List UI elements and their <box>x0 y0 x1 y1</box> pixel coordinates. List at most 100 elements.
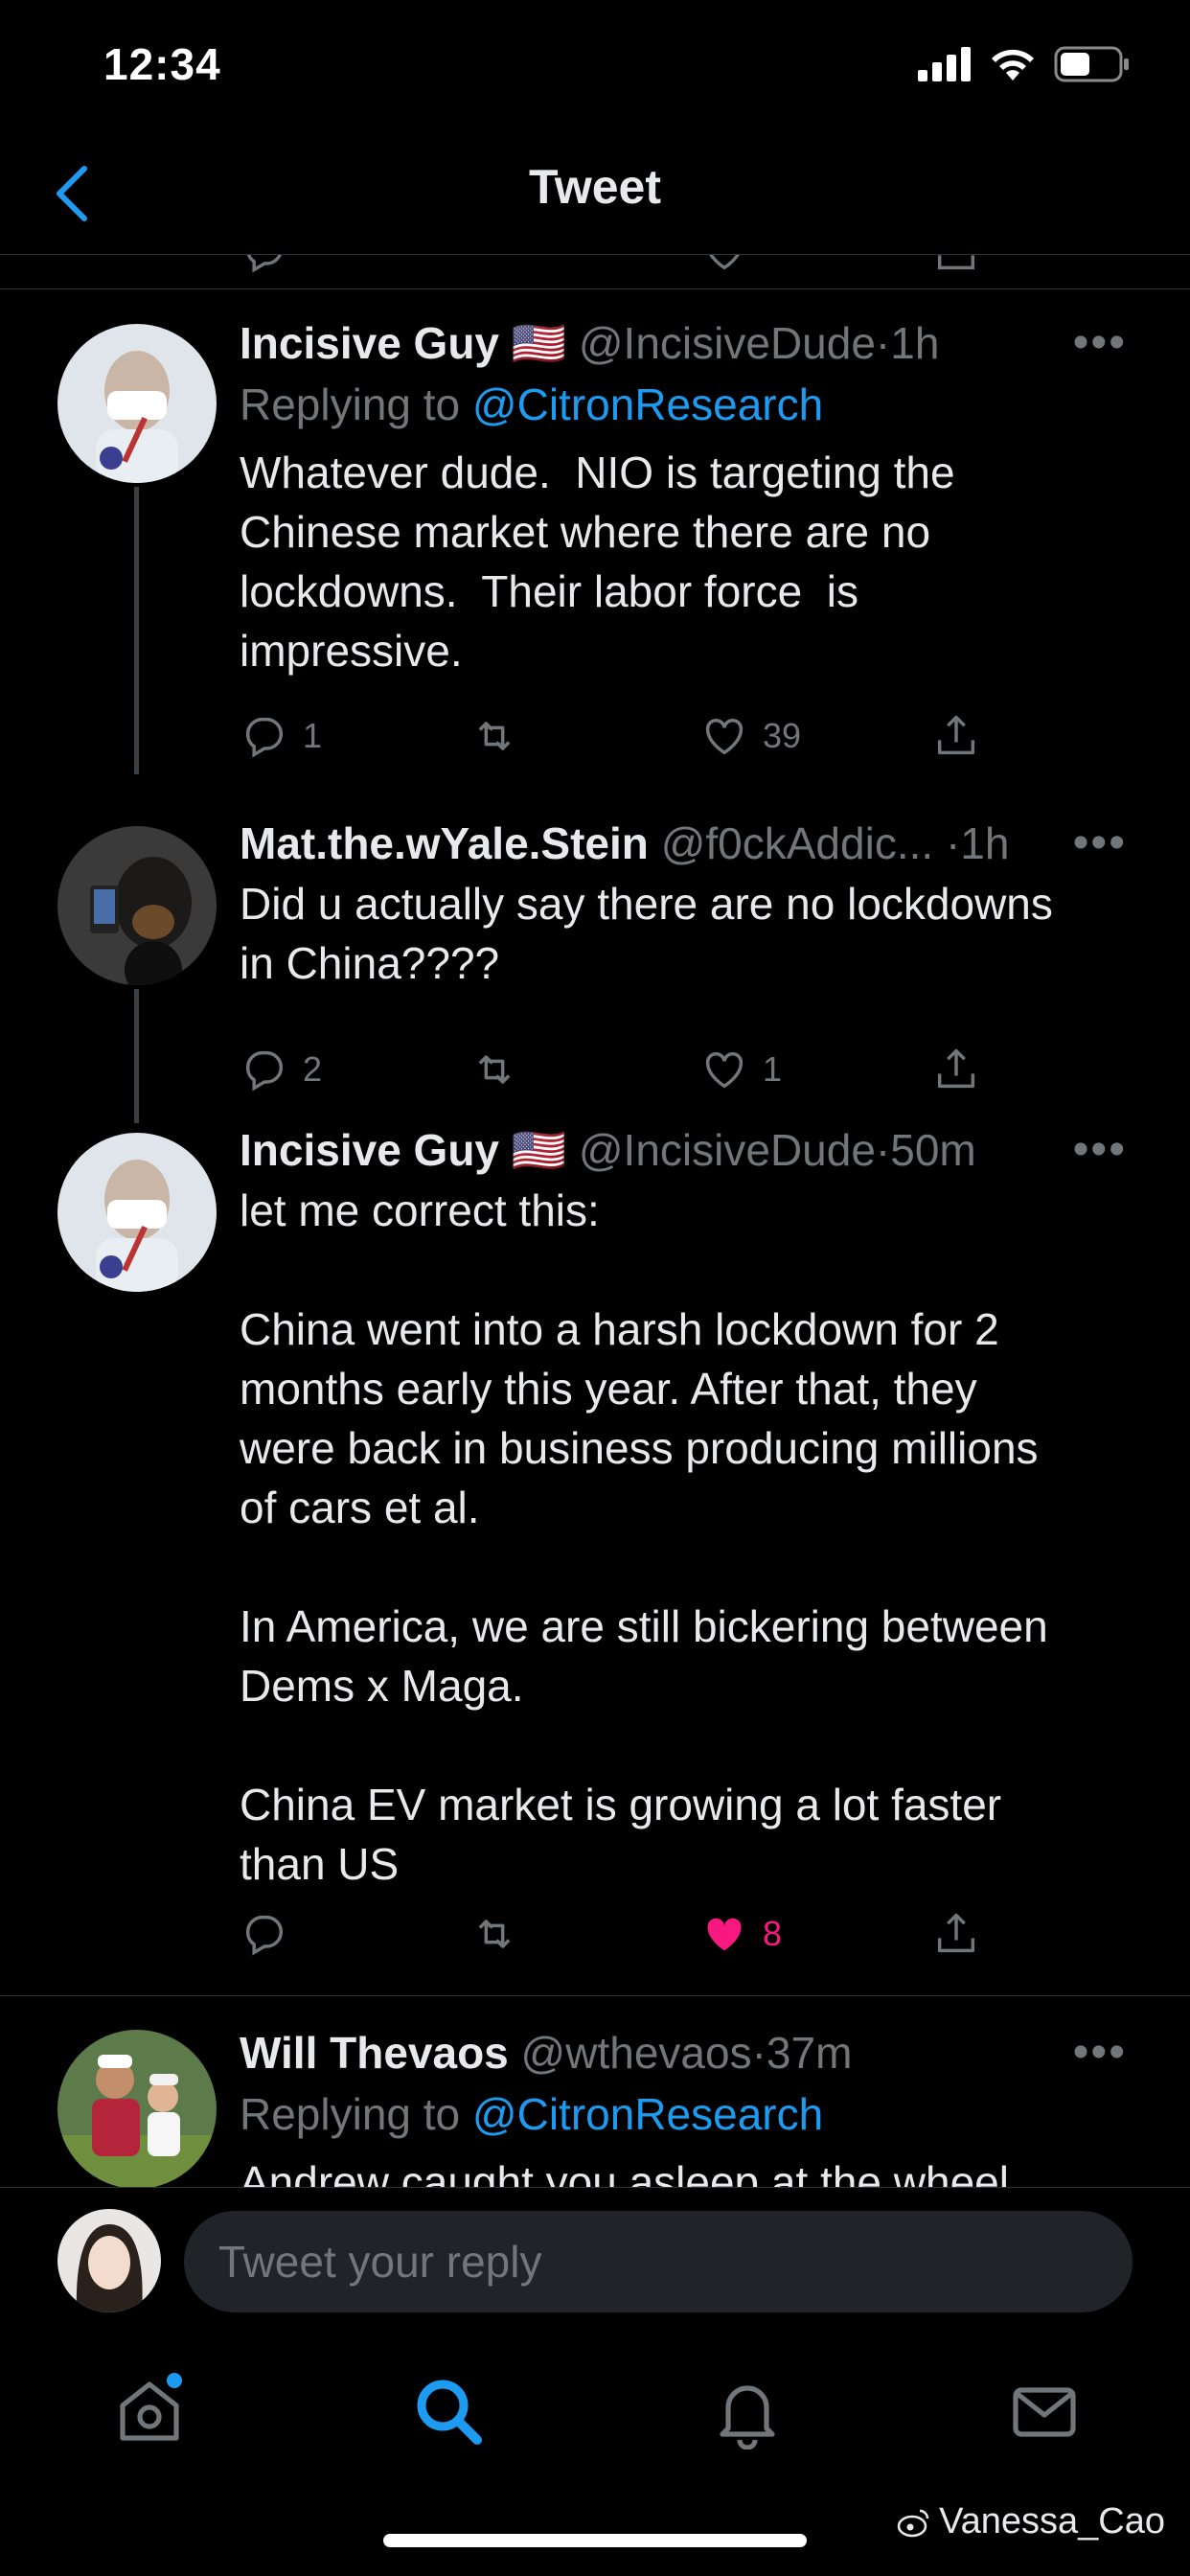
like-count: 8 <box>763 1914 783 1953</box>
avatar-image-icon <box>57 324 217 483</box>
user-handle[interactable]: @IncisiveDude <box>579 1125 876 1175</box>
tweet-time: 1h <box>890 318 940 368</box>
like-icon <box>705 719 744 755</box>
retweet-button[interactable] <box>469 1909 519 1959</box>
liked-heart-icon <box>707 1918 742 1951</box>
tweet-text: let me correct this: China went into a h… <box>240 1185 1048 1889</box>
tweet-header: Mat.the.wYale.Stein @f0ckAddic... ·1h <box>240 818 1010 868</box>
reply-icon <box>245 1050 283 1092</box>
tweet[interactable]: Incisive Guy 🇺🇸 @IncisiveDude·1h Replyin… <box>0 289 1190 774</box>
avatar[interactable] <box>57 2030 217 2187</box>
retweet-icon <box>478 1920 511 1948</box>
mail-icon <box>1013 2387 1076 2437</box>
cellular-signal-icon <box>918 47 971 81</box>
reply-icon <box>245 717 283 758</box>
reply-input[interactable] <box>184 2211 1133 2312</box>
avatar[interactable] <box>57 826 217 985</box>
reply-count: 2 <box>303 1049 323 1089</box>
like-button[interactable]: 1 <box>699 1045 782 1094</box>
tab-home[interactable] <box>111 2373 188 2450</box>
tweet-actions: 8 <box>240 1909 1006 1966</box>
avatar[interactable] <box>57 1133 217 1292</box>
avatar-image-icon <box>57 2030 217 2187</box>
watermark: Vanessa_Cao <box>895 2501 1165 2542</box>
tweet[interactable]: Will Thevaos @wthevaos·37m Replying to @… <box>0 2026 1190 2187</box>
replying-to-link[interactable]: @CitronResearch <box>472 380 823 429</box>
share-button[interactable] <box>931 1045 981 1094</box>
battery-icon <box>1054 46 1129 82</box>
tweet[interactable]: Incisive Guy 🇺🇸 @IncisiveDude·50m let me… <box>0 1123 1190 1995</box>
avatar-image-icon <box>57 826 217 985</box>
share-button[interactable] <box>931 1909 981 1959</box>
share-button[interactable] <box>931 711 981 761</box>
reply-button[interactable]: 2 <box>240 1045 322 1094</box>
watermark-text: Vanessa_Cao <box>939 2501 1165 2542</box>
wifi-icon <box>992 49 1034 80</box>
retweet-button[interactable] <box>469 1045 519 1094</box>
display-name[interactable]: Incisive Guy <box>240 1125 499 1175</box>
reply-button[interactable] <box>240 1909 289 1959</box>
status-time: 12:34 <box>103 39 221 89</box>
like-icon <box>709 255 740 270</box>
share-icon <box>937 255 975 270</box>
like-icon <box>705 1052 744 1089</box>
retweet-icon <box>478 722 511 750</box>
tweet-header: Will Thevaos @wthevaos·37m <box>240 2028 853 2078</box>
user-handle[interactable]: @f0ckAddic... <box>661 818 933 868</box>
display-name[interactable]: Incisive Guy <box>240 318 499 368</box>
share-icon <box>937 715 975 755</box>
tweet-time: 37m <box>766 2028 853 2078</box>
avatar-image-icon <box>57 1133 217 1292</box>
avatar[interactable] <box>57 324 217 483</box>
weibo-logo-icon <box>897 2509 929 2537</box>
retweet-button[interactable] <box>469 711 519 761</box>
tweet-text: Did u actually say there are no lockdown… <box>240 879 1053 988</box>
us-flag-emoji: 🇺🇸 <box>511 318 567 368</box>
tweet-divider <box>0 1995 1190 1996</box>
replying-to-link[interactable]: @CitronResearch <box>472 2089 823 2139</box>
share-icon <box>937 1048 975 1089</box>
display-name[interactable]: Mat.the.wYale.Stein <box>240 818 649 868</box>
tweet-actions: 1 39 <box>240 711 1006 769</box>
more-options-icon[interactable]: ••• <box>1073 816 1127 869</box>
navigation-bar: Tweet <box>0 134 1190 255</box>
thread-line <box>134 989 139 1123</box>
replying-to: Replying to @CitronResearch <box>240 380 824 429</box>
previous-tweet-actions-partial <box>0 255 1190 289</box>
reply-button[interactable]: 1 <box>240 711 322 761</box>
reply-icon <box>245 1915 283 1956</box>
new-content-dot <box>167 2373 182 2388</box>
display-name[interactable]: Will Thevaos <box>240 2028 509 2078</box>
page-title: Tweet <box>529 160 661 214</box>
more-options-icon[interactable]: ••• <box>1073 2026 1127 2079</box>
tab-notifications[interactable] <box>709 2373 786 2450</box>
like-button[interactable]: 39 <box>699 711 801 761</box>
tweet-actions: 2 1 <box>240 1045 1006 1102</box>
tweet-time: 50m <box>890 1125 976 1175</box>
tweet-text: Whatever dude. NIO is targeting the Chin… <box>240 448 955 676</box>
reply-count: 1 <box>303 716 323 755</box>
my-avatar[interactable] <box>57 2209 161 2312</box>
status-bar: 12:34 <box>0 0 1190 134</box>
more-options-icon[interactable]: ••• <box>1073 316 1127 369</box>
tweet-header: Incisive Guy 🇺🇸 @IncisiveDude·1h <box>240 318 940 368</box>
user-handle[interactable]: @IncisiveDude <box>579 318 876 368</box>
reply-composer <box>0 2187 1190 2340</box>
tab-search[interactable] <box>410 2373 487 2450</box>
tweet[interactable]: Mat.the.wYale.Stein @f0ckAddic... ·1h Di… <box>0 816 1190 1123</box>
status-icons <box>918 46 1131 82</box>
home-indicator[interactable] <box>383 2534 807 2547</box>
user-handle[interactable]: @wthevaos <box>521 2028 752 2078</box>
like-count: 39 <box>763 716 802 755</box>
share-icon <box>937 1913 975 1953</box>
tweet-time: 1h <box>960 818 1010 868</box>
like-button[interactable]: 8 <box>699 1909 782 1959</box>
thread-line <box>134 487 139 774</box>
like-count: 1 <box>763 1049 783 1089</box>
tweet-text: Andrew caught you asleep at the wheel <box>240 2157 1009 2187</box>
more-options-icon[interactable]: ••• <box>1073 1123 1127 1176</box>
replying-to: Replying to @CitronResearch <box>240 2089 824 2139</box>
avatar-image-icon <box>57 2209 161 2312</box>
us-flag-emoji: 🇺🇸 <box>511 1125 567 1175</box>
tab-messages[interactable] <box>1006 2373 1083 2450</box>
